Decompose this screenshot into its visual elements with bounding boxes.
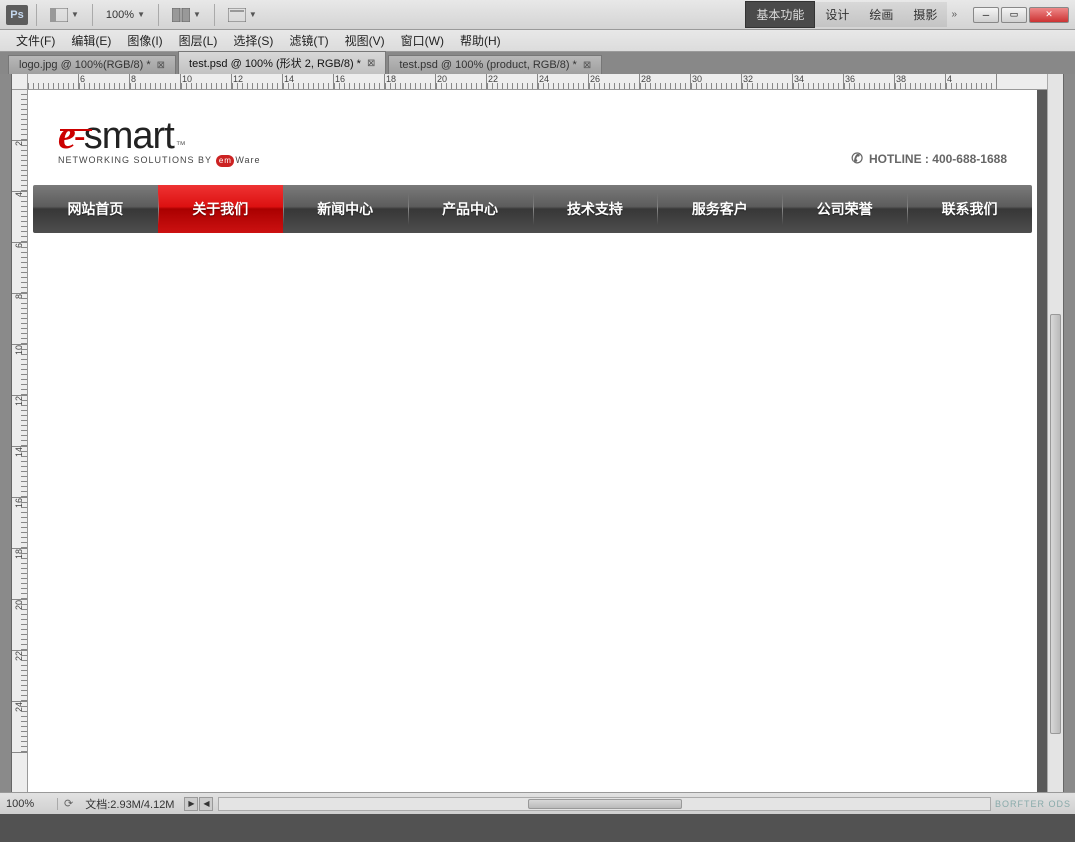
workspace-tab-design[interactable]: 设计 [815,2,859,27]
separator [158,4,159,26]
separator [36,4,37,26]
canvas-viewport: 24681012141618202224 e - smart ™ NETWORK… [12,74,1047,792]
status-bar: 100% ⟳ 文档:2.93M/4.12M ▶ ◀ BORFTER ODS [0,792,1075,814]
zoom-level[interactable]: 100% ▼ [101,6,150,24]
menu-layer[interactable]: 图层(L) [171,30,226,51]
chevron-down-icon: ▼ [193,10,201,19]
design-content: e - smart ™ NETWORKING SOLUTIONS BY emWa… [28,90,1037,792]
nav-item[interactable]: 联系我们 [907,185,1032,233]
document-tab-label: logo.jpg @ 100%(RGB/8) * [19,59,151,71]
menu-window[interactable]: 窗口(W) [393,30,452,51]
close-icon[interactable]: ⊠ [583,60,591,71]
status-zoom[interactable]: 100% [0,798,58,810]
work-area: 24681012141618202224 e - smart ™ NETWORK… [0,74,1075,792]
maximize-button[interactable]: ▭ [1001,7,1027,23]
logo-smart-text: smart [84,115,174,158]
status-play-icon[interactable]: ▶ [184,797,198,811]
vertical-scrollbar[interactable] [1047,74,1063,792]
hotline-text: ✆ HOTLINE : 400-688-1688 [851,150,1007,167]
menu-file[interactable]: 文件(F) [8,30,63,51]
trademark-icon: ™ [176,140,186,151]
panel-strip-right[interactable] [1063,74,1075,792]
workspace-tab-photo[interactable]: 摄影 [903,2,947,27]
menu-bar: 文件(F) 编辑(E) 图像(I) 图层(L) 选择(S) 滤镜(T) 视图(V… [0,30,1075,52]
chevron-down-icon: ▼ [71,10,79,19]
document-tab[interactable]: test.psd @ 100% (product, RGB/8) * ⊠ [388,55,602,74]
menu-view[interactable]: 视图(V) [337,30,393,51]
workspace-tab-basic[interactable]: 基本功能 [745,1,815,28]
logo-e-letter: e [58,115,76,155]
chevron-down-icon: ▼ [137,10,145,19]
status-doc-size[interactable]: 文档:2.93M/4.12M [79,796,180,812]
horizontal-scrollbar[interactable] [218,797,991,811]
ruler-origin[interactable] [12,74,28,90]
menu-help[interactable]: 帮助(H) [452,30,509,51]
menu-select[interactable]: 选择(S) [225,30,281,51]
scrollbar-thumb[interactable] [1050,314,1061,734]
status-sync-icon[interactable]: ⟳ [58,797,79,810]
watermark: BORFTER ODS [995,799,1075,809]
app-logo: Ps [6,5,28,25]
close-icon[interactable]: ⊠ [367,58,375,69]
menu-filter[interactable]: 滤镜(T) [281,30,336,51]
nav-item[interactable]: 公司荣誉 [782,185,907,233]
phone-icon: ✆ [851,150,863,167]
site-nav: 网站首页关于我们新闻中心产品中心技术支持服务客户公司荣誉联系我们 [33,185,1032,233]
tool-strip-left[interactable] [0,74,12,792]
nav-item[interactable]: 产品中心 [408,185,533,233]
document-tabs: logo.jpg @ 100%(RGB/8) * ⊠ test.psd @ 10… [0,52,1075,74]
document-tab-label: test.psd @ 100% (product, RGB/8) * [399,59,576,71]
nav-item[interactable]: 技术支持 [533,185,658,233]
document-tab[interactable]: test.psd @ 100% (形状 2, RGB/8) * ⊠ [178,51,386,74]
separator [92,4,93,26]
canvas[interactable]: e - smart ™ NETWORKING SOLUTIONS BY emWa… [28,90,1037,792]
ruler-horizontal[interactable] [28,74,1047,90]
nav-item[interactable]: 新闻中心 [283,185,408,233]
menu-image[interactable]: 图像(I) [119,30,170,51]
workspace-switcher: 基本功能 设计 绘画 摄影 » [745,1,957,28]
document-tab-label: test.psd @ 100% (形状 2, RGB/8) * [189,55,361,71]
arrange-docs[interactable]: ▼ [167,6,206,24]
workspace-tab-paint[interactable]: 绘画 [859,2,903,27]
layout-picker[interactable]: ▼ [45,6,84,24]
screen-mode[interactable]: ▼ [223,6,262,24]
site-logo: e - smart ™ NETWORKING SOLUTIONS BY emWa… [58,115,261,167]
status-nav-buttons: ▶ ◀ [184,797,214,811]
nav-item[interactable]: 网站首页 [33,185,158,233]
window-controls: ─ ▭ ✕ [973,7,1069,23]
separator [214,4,215,26]
nav-item[interactable]: 关于我们 [158,185,283,233]
close-icon[interactable]: ⊠ [157,60,165,71]
close-button[interactable]: ✕ [1029,7,1069,23]
nav-item[interactable]: 服务客户 [657,185,782,233]
document-tab[interactable]: logo.jpg @ 100%(RGB/8) * ⊠ [8,55,176,74]
logo-tagline: NETWORKING SOLUTIONS BY emWare [58,155,261,167]
minimize-button[interactable]: ─ [973,7,999,23]
ruler-vertical[interactable]: 24681012141618202224 [12,90,28,792]
app-toolbar: Ps ▼ 100% ▼ ▼ ▼ 基本功能 设计 绘画 摄影 » ─ ▭ ✕ [0,0,1075,30]
scrollbar-thumb[interactable] [528,799,682,809]
menu-edit[interactable]: 编辑(E) [63,30,119,51]
collapse-icon[interactable]: » [951,9,957,20]
status-left-icon[interactable]: ◀ [199,797,213,811]
chevron-down-icon: ▼ [249,10,257,19]
